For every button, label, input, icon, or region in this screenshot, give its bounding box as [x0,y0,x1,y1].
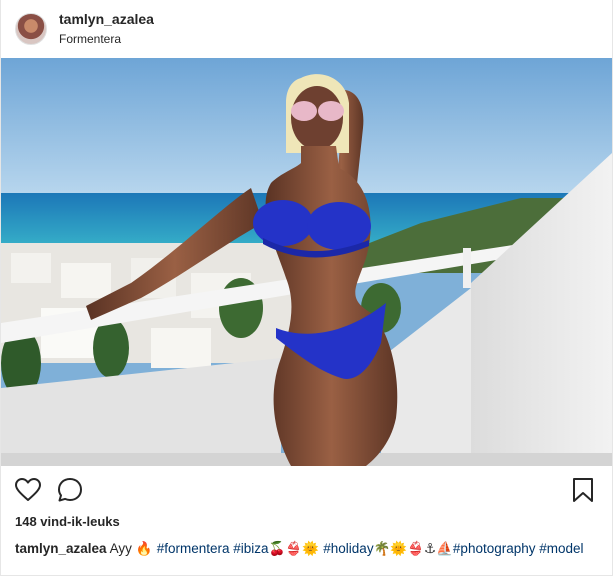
hashtag-photography[interactable]: #photography [453,541,536,556]
caption-username[interactable]: tamlyn_azalea [15,541,107,556]
hashtag-ibiza[interactable]: #ibiza [233,541,268,556]
bookmark-icon[interactable] [568,475,598,505]
caption-emoji-fire: 🔥 [135,541,157,557]
post-username[interactable]: tamlyn_azalea [59,11,154,29]
hashtag-model[interactable]: #model [539,541,583,556]
comment-icon[interactable] [55,475,85,505]
post-actions [1,466,612,514]
user-block: tamlyn_azalea Formentera [59,11,154,47]
post-photo[interactable] [1,58,612,466]
instagram-post: tamlyn_azalea Formentera 148 vind-ik-leu… [0,0,613,576]
post-header: tamlyn_azalea Formentera [1,0,612,58]
photo-illustration [1,58,612,466]
caption-emojis-1: 🍒👙🌞 [268,541,324,557]
post-caption: tamlyn_azalea Ayy 🔥 #formentera #ibiza🍒👙… [1,539,599,559]
hashtag-formentera[interactable]: #formentera [157,541,230,556]
avatar[interactable] [15,13,47,45]
hashtag-holiday[interactable]: #holiday [323,541,373,556]
post-location[interactable]: Formentera [59,32,154,47]
caption-text: Ayy [109,541,132,556]
heart-icon[interactable] [13,475,43,505]
caption-emojis-2: 🌴🌞👙⚓⛵ [373,541,453,557]
likes-count[interactable]: 148 vind-ik-leuks [1,514,612,529]
